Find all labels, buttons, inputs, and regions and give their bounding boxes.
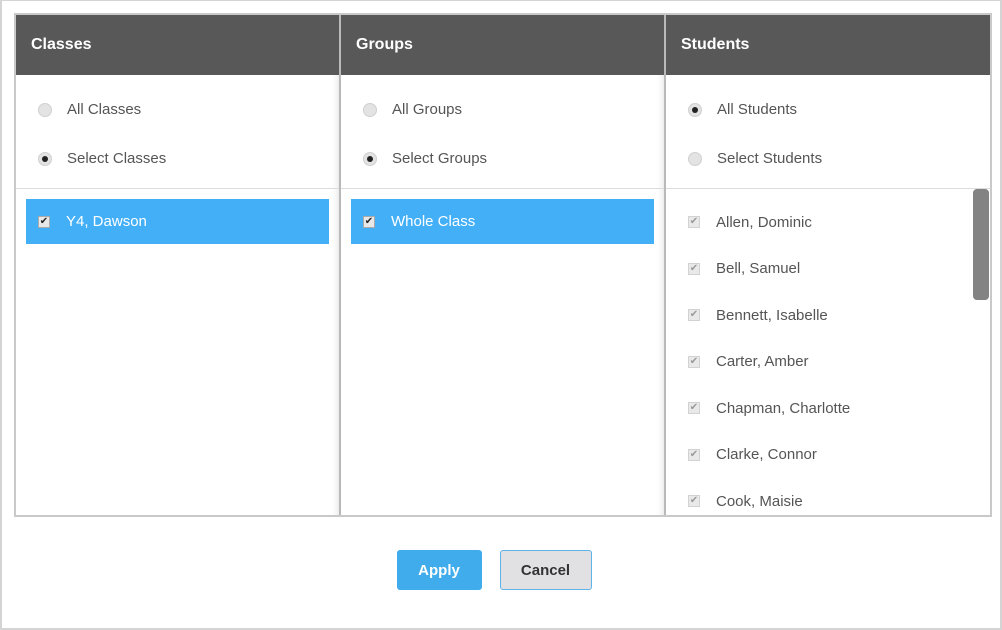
students-scrollbar[interactable] xyxy=(973,189,989,300)
student-item[interactable]: ✔ Chapman, Charlotte xyxy=(666,385,990,432)
student-name: Clarke, Connor xyxy=(716,446,817,464)
filter-panels: Classes All Classes Select Classes ✔ Y4,… xyxy=(14,13,992,517)
radio-label: Select Classes xyxy=(67,150,167,167)
student-name: Chapman, Charlotte xyxy=(716,399,851,417)
student-item[interactable]: ✔ Bennett, Isabelle xyxy=(666,292,990,339)
classes-panel: Classes All Classes Select Classes ✔ Y4,… xyxy=(16,15,341,515)
filter-dialog: Classes All Classes Select Classes ✔ Y4,… xyxy=(0,0,1002,630)
groups-list: ✔ Whole Class xyxy=(341,189,664,515)
apply-button[interactable]: Apply xyxy=(396,550,482,590)
list-item[interactable]: ✔ Whole Class xyxy=(351,199,654,244)
radio-label: All Classes xyxy=(67,101,142,118)
radio-select-groups[interactable]: Select Groups xyxy=(341,134,664,183)
radio-all-classes[interactable]: All Classes xyxy=(16,85,339,134)
checkbox-disabled-checked-icon[interactable]: ✔ xyxy=(688,495,700,508)
radio-button[interactable] xyxy=(363,102,377,117)
radio-button[interactable] xyxy=(688,151,702,166)
student-name: Bell, Samuel xyxy=(716,260,801,278)
classes-header: Classes xyxy=(16,15,339,75)
checkbox-disabled-checked-icon[interactable]: ✔ xyxy=(688,262,700,275)
radio-button-selected[interactable] xyxy=(363,151,377,166)
checkbox-checked-icon[interactable]: ✔ xyxy=(363,215,375,228)
students-header: Students xyxy=(666,15,990,75)
classes-list: ✔ Y4, Dawson xyxy=(16,189,339,515)
checkbox-disabled-checked-icon[interactable]: ✔ xyxy=(688,448,700,461)
checkbox-disabled-checked-icon[interactable]: ✔ xyxy=(688,216,700,229)
checkbox-checked-icon[interactable]: ✔ xyxy=(38,215,50,228)
students-radio-group: All Students Select Students xyxy=(666,75,990,189)
groups-panel: Groups All Groups Select Groups ✔ Whole … xyxy=(341,15,666,515)
student-item[interactable]: ✔ Bell, Samuel xyxy=(666,246,990,293)
students-panel: Students All Students Select Students ✔ … xyxy=(666,15,990,515)
student-name: Carter, Amber xyxy=(716,353,809,371)
list-item[interactable]: ✔ Y4, Dawson xyxy=(26,199,329,244)
radio-label: All Groups xyxy=(392,101,463,118)
groups-header: Groups xyxy=(341,15,664,75)
dialog-actions: Apply Cancel xyxy=(2,550,1000,590)
radio-button[interactable] xyxy=(38,102,52,117)
radio-all-students[interactable]: All Students xyxy=(666,85,990,134)
radio-button-selected[interactable] xyxy=(38,151,52,166)
student-name: Cook, Maisie xyxy=(716,492,803,510)
radio-label: All Students xyxy=(717,101,798,118)
checkbox-disabled-checked-icon[interactable]: ✔ xyxy=(688,402,700,415)
student-item[interactable]: ✔ Allen, Dominic xyxy=(666,199,990,246)
radio-label: Select Students xyxy=(717,150,823,167)
students-list: ✔ Allen, Dominic ✔ Bell, Samuel ✔ Bennet… xyxy=(666,189,990,515)
checkbox-disabled-checked-icon[interactable]: ✔ xyxy=(688,355,700,368)
list-item-label: Y4, Dawson xyxy=(66,213,147,230)
checkbox-disabled-checked-icon[interactable]: ✔ xyxy=(688,309,700,322)
radio-all-groups[interactable]: All Groups xyxy=(341,85,664,134)
student-name: Allen, Dominic xyxy=(716,213,812,231)
radio-select-classes[interactable]: Select Classes xyxy=(16,134,339,183)
radio-select-students[interactable]: Select Students xyxy=(666,134,990,183)
student-item[interactable]: ✔ Clarke, Connor xyxy=(666,432,990,479)
list-item-label: Whole Class xyxy=(391,213,476,230)
classes-radio-group: All Classes Select Classes xyxy=(16,75,339,189)
radio-label: Select Groups xyxy=(392,150,488,167)
student-item[interactable]: ✔ Carter, Amber xyxy=(666,339,990,386)
student-name: Bennett, Isabelle xyxy=(716,306,828,324)
cancel-button[interactable]: Cancel xyxy=(499,550,592,590)
radio-button-selected[interactable] xyxy=(688,102,702,117)
groups-radio-group: All Groups Select Groups xyxy=(341,75,664,189)
student-item[interactable]: ✔ Cook, Maisie xyxy=(666,478,990,515)
